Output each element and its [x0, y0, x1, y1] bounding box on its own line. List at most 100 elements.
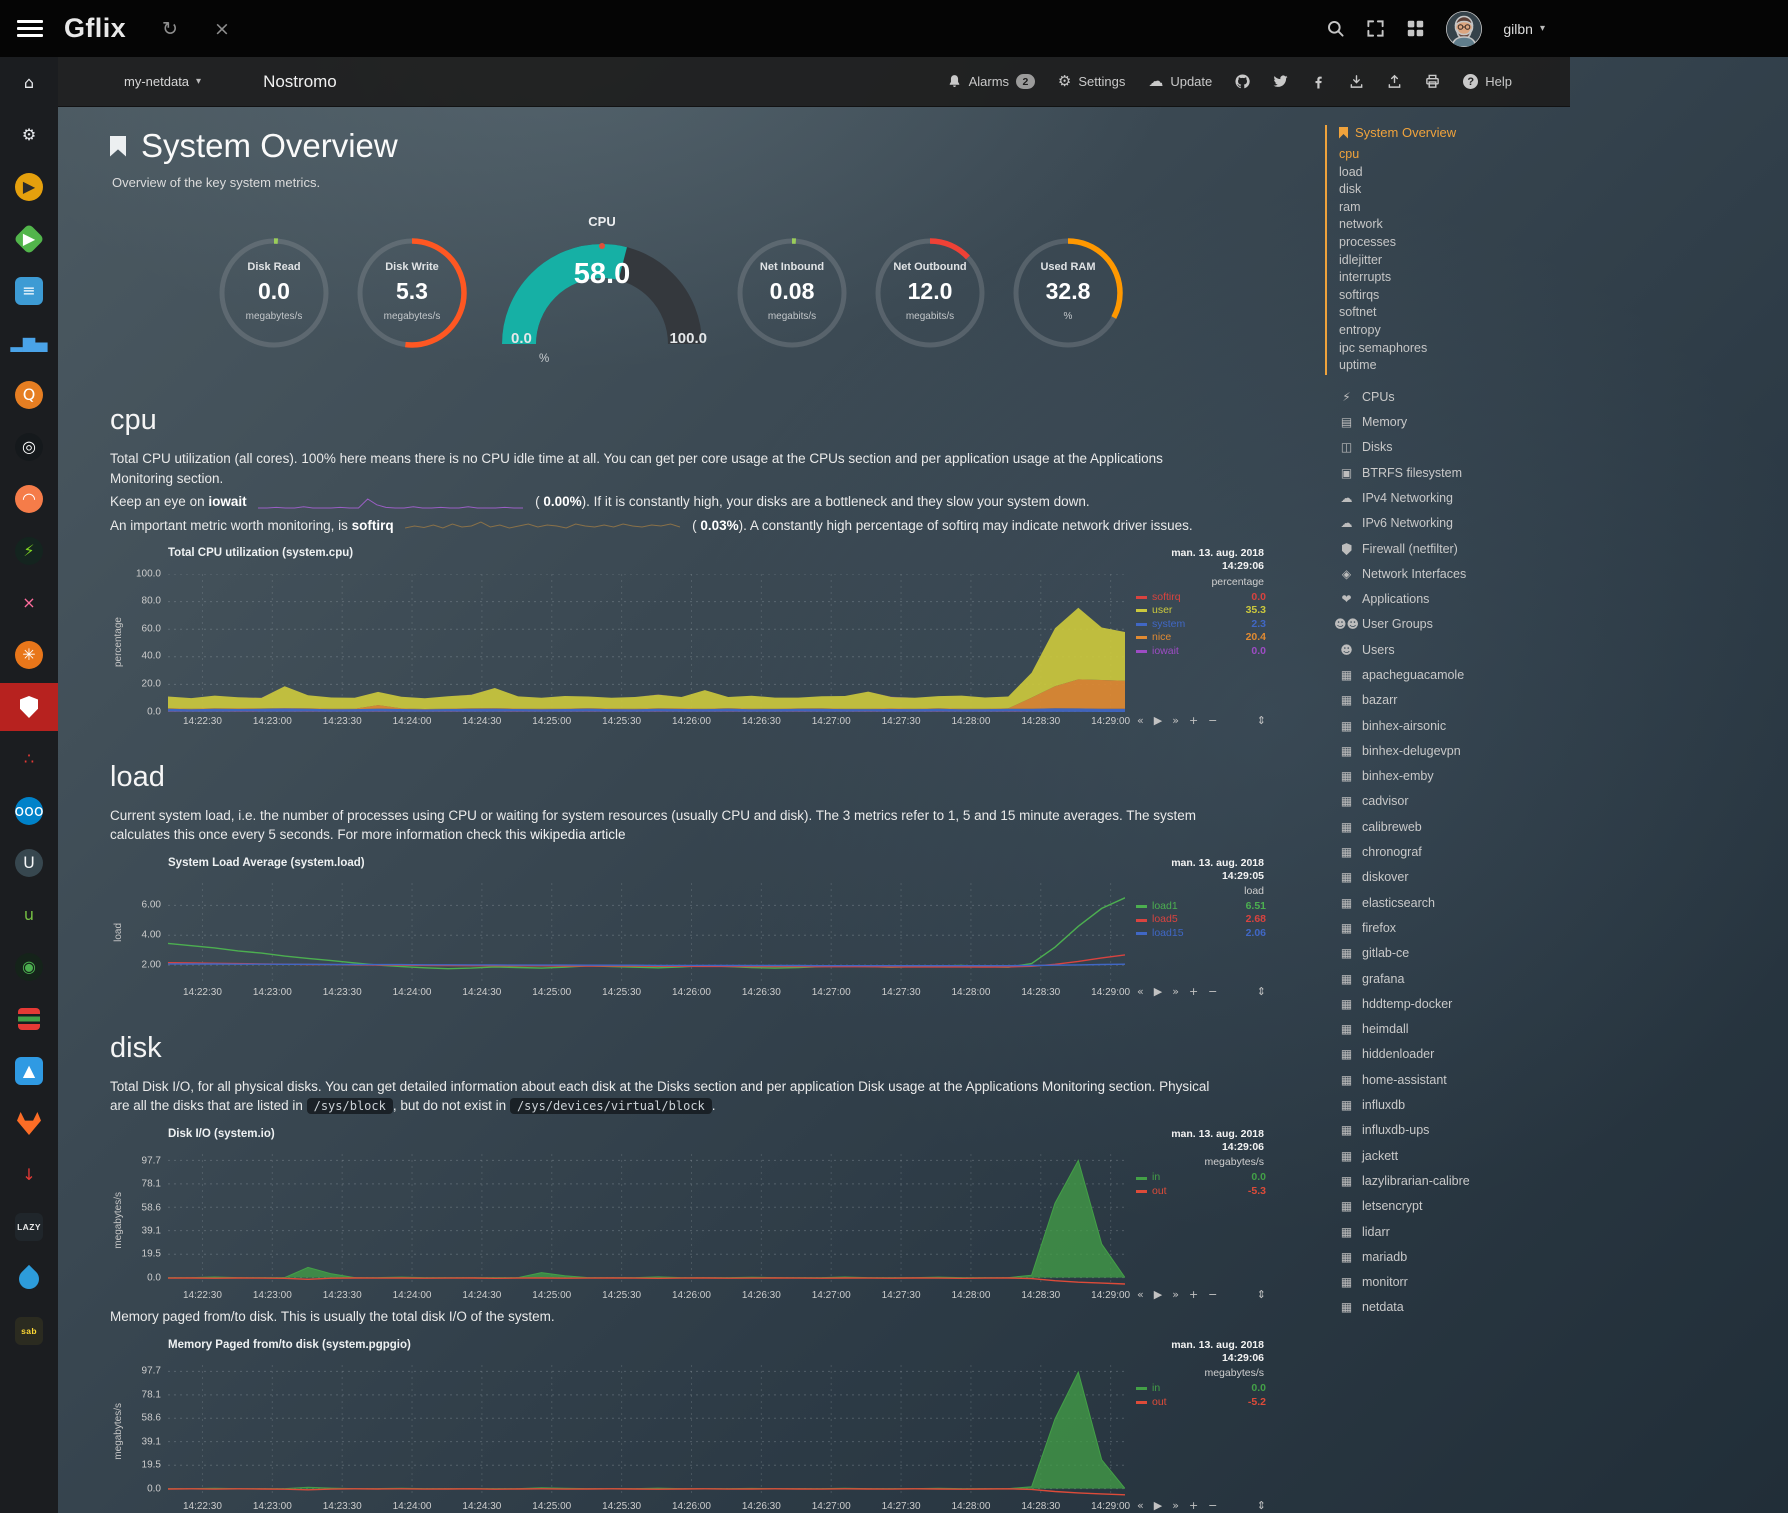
sidebar-app-gitlab[interactable]: [0, 1099, 58, 1147]
user-menu[interactable]: gilbn ▾: [1503, 21, 1545, 37]
sidebar-app-app-record[interactable]: ◎: [0, 423, 58, 471]
menu-item-system-overview[interactable]: System Overview: [1339, 125, 1567, 140]
menu-item-grafana[interactable]: ▦grafana: [1339, 967, 1567, 992]
refresh-tab-icon[interactable]: ↻: [162, 18, 178, 40]
sidebar-app-netdata-active[interactable]: [0, 683, 58, 731]
menu-item-network-interfaces[interactable]: ◈Network Interfaces: [1339, 562, 1567, 587]
app-title[interactable]: Gflix: [64, 13, 126, 44]
resize-handle[interactable]: ⇕: [1257, 985, 1268, 998]
sidebar-app-app-pink-x[interactable]: ×: [0, 579, 58, 627]
chart-plot-area[interactable]: [168, 883, 1125, 983]
menu-item-calibreweb[interactable]: ▦calibreweb: [1339, 815, 1567, 840]
sidebar-app-app-green-ring[interactable]: ◉: [0, 943, 58, 991]
play-button[interactable]: ▶: [1154, 1288, 1162, 1301]
menu-item-influxdb-ups[interactable]: ▦influxdb-ups: [1339, 1118, 1567, 1143]
menu-item-ipv4-networking[interactable]: ☁IPv4 Networking: [1339, 486, 1567, 511]
github-button[interactable]: [1235, 74, 1250, 89]
menu-item-cpus[interactable]: ⚡CPUs: [1339, 385, 1567, 410]
sidebar-app-app-orange-burst[interactable]: ✳: [0, 631, 58, 679]
resize-handle[interactable]: ⇕: [1257, 1499, 1268, 1512]
menu-item-apacheguacamole[interactable]: ▦apacheguacamole: [1339, 663, 1567, 688]
legend-row-load5[interactable]: load52.68: [1136, 913, 1266, 927]
menu-item-home-assistant[interactable]: ▦home-assistant: [1339, 1068, 1567, 1093]
menu-item-btrfs-filesystem[interactable]: ▣BTRFS filesystem: [1339, 461, 1567, 486]
pan-backward-button[interactable]: «: [1137, 985, 1144, 998]
sidebar-app-plex[interactable]: ▶: [0, 163, 58, 211]
legend-row-softirq[interactable]: softirq0.0: [1136, 591, 1266, 605]
menu-item-chronograf[interactable]: ▦chronograf: [1339, 840, 1567, 865]
close-tab-icon[interactable]: ×: [214, 18, 230, 40]
menu-item-bazarr[interactable]: ▦bazarr: [1339, 688, 1567, 713]
sidebar-app-app-search[interactable]: Q: [0, 371, 58, 419]
menu-item-hiddenloader[interactable]: ▦hiddenloader: [1339, 1042, 1567, 1067]
zoom-out-button[interactable]: −: [1208, 1288, 1217, 1301]
sidebar-app-app-green-u[interactable]: u: [0, 891, 58, 939]
pan-backward-button[interactable]: «: [1137, 1288, 1144, 1301]
legend-row-load1[interactable]: load16.51: [1136, 900, 1266, 914]
alarms-button[interactable]: Alarms 2: [947, 74, 1035, 89]
fullscreen-icon[interactable]: [1366, 19, 1385, 38]
menu-item-hddtemp-docker[interactable]: ▦hddtemp-docker: [1339, 992, 1567, 1017]
sidebar-app-lazylibrarian[interactable]: LAZY: [0, 1203, 58, 1251]
play-button[interactable]: ▶: [1154, 1499, 1162, 1512]
legend-row-out[interactable]: out-5.2: [1136, 1396, 1266, 1410]
sidebar-app-app-blue-window[interactable]: ▲: [0, 1047, 58, 1095]
legend-row-in[interactable]: in0.0: [1136, 1382, 1266, 1396]
sidebar-app-deluge[interactable]: [0, 1255, 58, 1303]
sidebar-app-emby[interactable]: ▶: [0, 215, 58, 263]
menu-item-binhex-delugevpn[interactable]: ▦binhex-delugevpn: [1339, 739, 1567, 764]
menu-item-applications[interactable]: ❤Applications: [1339, 587, 1567, 612]
zoom-in-button[interactable]: +: [1189, 985, 1198, 998]
menu-item-letsencrypt[interactable]: ▦letsencrypt: [1339, 1194, 1567, 1219]
pan-forward-button[interactable]: »: [1172, 1499, 1179, 1512]
menu-sub-interrupts[interactable]: interrupts: [1339, 269, 1567, 287]
menu-item-cadvisor[interactable]: ▦cadvisor: [1339, 789, 1567, 814]
menu-sub-ipc-semaphores[interactable]: ipc semaphores: [1339, 340, 1567, 358]
menu-sub-softnet[interactable]: softnet: [1339, 304, 1567, 322]
help-button[interactable]: ? Help: [1463, 74, 1512, 89]
chart-plot-area[interactable]: [168, 1154, 1125, 1286]
resize-handle[interactable]: ⇕: [1257, 1288, 1268, 1301]
menu-toggle-icon[interactable]: [17, 20, 43, 37]
play-button[interactable]: ▶: [1154, 714, 1162, 727]
menu-sub-processes[interactable]: processes: [1339, 234, 1567, 252]
menu-item-user-groups[interactable]: ☻☻User Groups: [1339, 612, 1567, 637]
menu-item-gitlab-ce[interactable]: ▦gitlab-ce: [1339, 941, 1567, 966]
legend-row-nice[interactable]: nice20.4: [1136, 631, 1266, 645]
legend-row-out[interactable]: out-5.3: [1136, 1185, 1266, 1199]
menu-sub-disk[interactable]: disk: [1339, 181, 1567, 199]
settings-button[interactable]: ⚙ Settings: [1058, 74, 1125, 89]
search-icon[interactable]: [1326, 19, 1345, 38]
print-button[interactable]: [1425, 74, 1440, 89]
menu-sub-cpu[interactable]: cpu: [1339, 146, 1567, 164]
sidebar-app-app-red-cluster[interactable]: ∴: [0, 735, 58, 783]
pan-backward-button[interactable]: «: [1137, 1499, 1144, 1512]
menu-sub-ram[interactable]: ram: [1339, 199, 1567, 217]
menu-sub-idlejitter[interactable]: idlejitter: [1339, 252, 1567, 270]
menu-item-binhex-airsonic[interactable]: ▦binhex-airsonic: [1339, 714, 1567, 739]
legend-row-user[interactable]: user35.3: [1136, 604, 1266, 618]
zoom-out-button[interactable]: −: [1208, 714, 1217, 727]
menu-sub-uptime[interactable]: uptime: [1339, 357, 1567, 375]
menu-item-ipv6-networking[interactable]: ☁IPv6 Networking: [1339, 511, 1567, 536]
sidebar-app-app-bars[interactable]: [0, 995, 58, 1043]
sidebar-app-app-down-arrow[interactable]: ↓: [0, 1151, 58, 1199]
pan-forward-button[interactable]: »: [1172, 714, 1179, 727]
menu-sub-load[interactable]: load: [1339, 164, 1567, 182]
legend-row-system[interactable]: system2.3: [1136, 618, 1266, 632]
menu-item-mariadb[interactable]: ▦mariadb: [1339, 1245, 1567, 1270]
zoom-in-button[interactable]: +: [1189, 714, 1198, 727]
zoom-out-button[interactable]: −: [1208, 1499, 1217, 1512]
pan-backward-button[interactable]: «: [1137, 714, 1144, 727]
sidebar-app-settings[interactable]: ⚙: [0, 111, 58, 159]
pan-forward-button[interactable]: »: [1172, 1288, 1179, 1301]
legend-row-iowait[interactable]: iowait0.0: [1136, 645, 1266, 659]
menu-item-disks[interactable]: ◫Disks: [1339, 435, 1567, 460]
zoom-in-button[interactable]: +: [1189, 1288, 1198, 1301]
menu-item-lidarr[interactable]: ▦lidarr: [1339, 1220, 1567, 1245]
menu-item-lazylibrarian-calibre[interactable]: ▦lazylibrarian-calibre: [1339, 1169, 1567, 1194]
play-button[interactable]: ▶: [1154, 985, 1162, 998]
legend-row-load15[interactable]: load152.06: [1136, 927, 1266, 941]
my-netdata-dropdown[interactable]: my-netdata ▾: [124, 74, 201, 89]
menu-item-elasticsearch[interactable]: ▦elasticsearch: [1339, 891, 1567, 916]
